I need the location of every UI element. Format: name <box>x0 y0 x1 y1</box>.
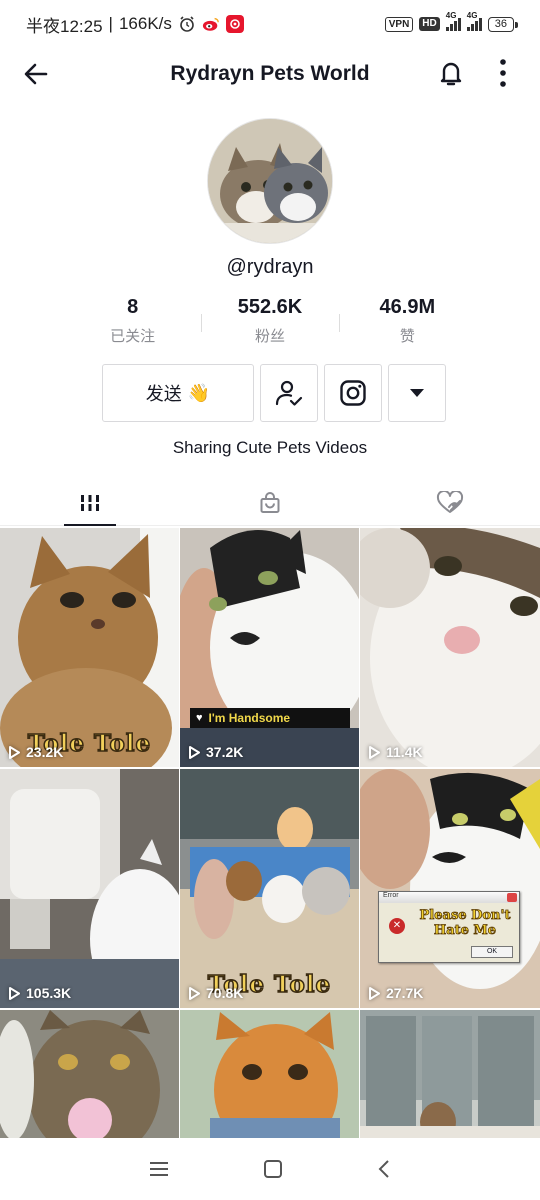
view-count: 37.2K <box>188 744 243 760</box>
error-icon: ✕ <box>389 918 405 934</box>
recent-apps-icon[interactable] <box>148 1159 170 1179</box>
tab-videos[interactable] <box>0 480 180 526</box>
more-options-icon[interactable] <box>492 56 514 90</box>
weibo-icon <box>202 15 220 33</box>
dialog-title-text: Error <box>383 892 399 899</box>
view-count: 105.3K <box>8 985 71 1001</box>
instagram-button[interactable] <box>324 364 382 422</box>
play-icon <box>9 745 20 759</box>
play-icon <box>369 986 380 1000</box>
view-count: 70.8K <box>188 985 243 1001</box>
view-count-text: 27.7K <box>386 985 424 1001</box>
hd-badge: HD <box>419 17 440 31</box>
heart-icon: ♥ <box>196 712 203 724</box>
network-type-label-2: 4G <box>466 11 478 20</box>
video-tile[interactable]: Error ✕ Please Don't Hate Me OK 27.7K <box>360 769 540 1008</box>
likes-stat[interactable]: 46.9M 赞 <box>338 296 476 350</box>
app-notification-icon <box>225 15 244 33</box>
play-icon <box>9 986 20 1000</box>
dialog-ok-button: OK <box>471 946 513 958</box>
video-thumbnail <box>180 1010 359 1138</box>
tab-shop[interactable] <box>180 480 360 525</box>
followers-stat[interactable]: 552.6K 粉丝 <box>201 296 338 350</box>
instagram-icon <box>340 380 366 406</box>
view-count-text: 23.2K <box>26 744 64 760</box>
network-type-label: 4G <box>445 11 457 20</box>
profile-tabs <box>0 480 540 526</box>
status-bar: 半夜12:25 | 166K/s VPN HD 4G 4G 36 <box>0 0 540 48</box>
video-thumbnail <box>0 1010 179 1138</box>
following-status-button[interactable] <box>260 364 318 422</box>
username: @rydrayn <box>226 256 314 278</box>
view-count-text: 37.2K <box>206 744 244 760</box>
system-nav-bar <box>0 1138 540 1200</box>
profile-actions: 发送 👋 <box>102 364 446 422</box>
avatar[interactable] <box>207 118 333 244</box>
play-icon <box>189 986 200 1000</box>
wave-emoji-icon: 👋 <box>187 382 211 403</box>
video-caption-bar: ♥ I'm Handsome <box>190 708 350 728</box>
page-title: Rydrayn Pets World <box>170 62 370 85</box>
video-thumbnail <box>360 528 540 767</box>
video-tile[interactable]: Tole Tole 23.2K <box>0 528 179 767</box>
avatar-cats-image <box>208 119 332 243</box>
followers-count: 552.6K <box>237 296 303 318</box>
video-tile[interactable] <box>180 1010 359 1138</box>
video-tile[interactable] <box>360 1010 540 1138</box>
status-time: 半夜12:25 <box>26 16 103 36</box>
back-arrow-icon[interactable] <box>20 58 52 90</box>
view-count: 27.7K <box>368 985 423 1001</box>
play-icon <box>369 745 380 759</box>
video-tile[interactable]: 11.4K <box>360 528 540 767</box>
video-thumbnail <box>360 769 540 1008</box>
view-count-text: 70.8K <box>206 985 244 1001</box>
status-speed: 166K/s <box>118 14 172 33</box>
video-grid: Tole Tole 23.2K ♥ I'm Handsome 37.2K 11.… <box>0 528 540 1138</box>
send-message-button[interactable]: 发送 👋 <box>102 364 254 422</box>
dialog-title: Error <box>379 892 519 903</box>
likes-count: 46.9M <box>379 296 436 318</box>
bell-icon[interactable] <box>436 58 466 88</box>
view-count-text: 105.3K <box>26 985 72 1001</box>
video-tile[interactable]: 105.3K <box>0 769 179 1008</box>
user-check-icon <box>275 380 303 406</box>
error-dialog: Error ✕ Please Don't Hate Me OK <box>378 891 520 963</box>
vpn-badge: VPN <box>384 16 414 32</box>
followers-label: 粉丝 <box>254 328 285 345</box>
signal-icon: 4G <box>445 11 461 31</box>
view-count: 11.4K <box>368 744 423 760</box>
grid-icon <box>79 494 101 511</box>
video-thumbnail <box>360 1010 540 1138</box>
suggested-accounts-button[interactable] <box>388 364 446 422</box>
video-thumbnail <box>180 528 359 767</box>
view-count: 23.2K <box>8 744 63 760</box>
following-label: 已关注 <box>110 328 156 345</box>
dialog-close-icon <box>507 893 517 902</box>
video-tile[interactable]: Tole Tole 70.8K <box>180 769 359 1008</box>
caret-down-icon <box>410 389 424 397</box>
shop-bag-icon <box>260 491 280 513</box>
video-tile[interactable]: ♥ I'm Handsome 37.2K <box>180 528 359 767</box>
alarm-icon <box>178 15 196 33</box>
tab-liked[interactable] <box>360 480 540 525</box>
video-caption: I'm Handsome <box>208 711 291 725</box>
signal-icon-2: 4G <box>466 11 482 31</box>
likes-label: 赞 <box>399 328 415 345</box>
video-tile[interactable] <box>0 1010 179 1138</box>
send-label: 发送 <box>145 384 182 404</box>
status-separator: | <box>108 14 113 33</box>
dialog-text: Please Don't Hate Me <box>419 908 511 939</box>
back-icon[interactable] <box>376 1158 392 1180</box>
view-count-text: 11.4K <box>386 744 423 760</box>
liked-hidden-icon <box>436 490 464 513</box>
following-stat[interactable]: 8 已关注 <box>64 296 201 350</box>
play-icon <box>189 745 200 759</box>
profile-bio: Sharing Cute Pets Videos <box>172 438 368 457</box>
battery-icon: 36 <box>487 16 519 32</box>
following-count: 8 <box>127 296 139 318</box>
home-icon[interactable] <box>262 1158 284 1180</box>
profile-stats: 8 已关注 552.6K 粉丝 46.9M 赞 <box>64 296 476 350</box>
profile-header: Rydrayn Pets World <box>0 48 540 100</box>
video-thumbnail <box>0 769 179 1008</box>
